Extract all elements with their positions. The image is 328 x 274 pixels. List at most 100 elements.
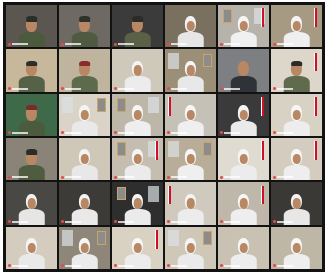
bahrain-flag (168, 185, 172, 205)
participant-name-tag (273, 131, 293, 135)
mic-muted-icon (61, 175, 64, 179)
participant-tile[interactable] (218, 182, 269, 225)
participant-tile[interactable] (165, 5, 216, 48)
mic-muted-icon (61, 131, 64, 135)
mic-muted-icon (273, 87, 276, 91)
participant-tile[interactable] (59, 49, 110, 92)
participant-tile[interactable] (59, 226, 110, 269)
participant-tile[interactable] (218, 93, 269, 136)
military-cap (25, 16, 38, 22)
participant-name-tag (61, 131, 81, 135)
participant-name-tag (220, 42, 240, 46)
name-label-placeholder (12, 220, 28, 223)
participant-tile[interactable] (271, 137, 322, 181)
participant-tile[interactable] (218, 137, 269, 181)
mic-muted-icon (167, 42, 170, 46)
wall-portrait (96, 230, 106, 245)
participant-tile[interactable] (6, 182, 57, 225)
mic-muted-icon (167, 220, 170, 224)
participant-tile[interactable] (59, 137, 110, 181)
bahrain-flag (154, 141, 158, 160)
participant-name-tag (8, 175, 28, 179)
participant-tile[interactable] (271, 93, 322, 136)
mic-muted-icon (273, 264, 276, 268)
participant-tile[interactable] (218, 49, 269, 92)
participant-tile[interactable] (112, 182, 163, 225)
mic-muted-icon (220, 87, 223, 91)
participant-name-tag (167, 42, 187, 46)
mic-muted-icon (114, 264, 117, 268)
participant-name-tag (8, 264, 28, 268)
participant-name-tag (220, 87, 240, 91)
participant-tile[interactable] (59, 93, 110, 136)
mic-muted-icon (8, 220, 11, 224)
participant-tile[interactable] (112, 137, 163, 181)
participant-tile[interactable] (112, 226, 163, 269)
participant-tile[interactable] (59, 182, 110, 225)
participant-tile[interactable] (165, 226, 216, 269)
mic-muted-icon (220, 42, 223, 46)
name-label-placeholder (277, 176, 293, 179)
mic-muted-icon (167, 87, 170, 91)
mic-muted-icon (220, 264, 223, 268)
participant-face (27, 153, 36, 165)
bahrain-flag (313, 141, 317, 160)
mic-muted-icon (8, 131, 11, 135)
name-label-placeholder (65, 220, 81, 223)
participant-tile[interactable] (165, 182, 216, 225)
mic-muted-icon (8, 42, 11, 46)
name-label-placeholder (171, 87, 187, 90)
name-label-placeholder (224, 176, 240, 179)
participant-tile[interactable] (6, 5, 57, 48)
participant-name-tag (167, 131, 187, 135)
military-cap (131, 16, 144, 22)
wall-portrait (202, 142, 212, 157)
name-label-placeholder (277, 131, 293, 134)
participant-tile[interactable] (6, 137, 57, 181)
bahrain-flag (313, 97, 317, 116)
participant-tile[interactable] (271, 49, 322, 92)
name-label-placeholder (224, 87, 240, 90)
participant-tile[interactable] (6, 226, 57, 269)
name-label-placeholder (65, 176, 81, 179)
participant-face (186, 109, 195, 121)
military-cap (290, 60, 303, 66)
participant-tile[interactable] (218, 226, 269, 269)
name-label-placeholder (65, 43, 81, 46)
mic-muted-icon (273, 220, 276, 224)
military-cap (25, 60, 38, 66)
participant-name-tag (114, 220, 134, 224)
military-cap (25, 104, 38, 111)
participant-tile[interactable] (165, 93, 216, 136)
participant-name-tag (167, 175, 187, 179)
participant-tile[interactable] (6, 49, 57, 92)
participant-tile[interactable] (165, 49, 216, 92)
participant-face (27, 20, 36, 32)
name-label-placeholder (277, 264, 293, 267)
participant-face (292, 242, 301, 254)
participant-name-tag (167, 220, 187, 224)
wall-portrait (202, 53, 212, 68)
mic-muted-icon (61, 220, 64, 224)
participant-face (239, 198, 248, 209)
participant-face (80, 65, 89, 76)
mic-muted-icon (220, 220, 223, 224)
participant-tile[interactable] (6, 93, 57, 136)
participant-tile[interactable] (271, 5, 322, 48)
mic-muted-icon (61, 87, 64, 91)
participant-tile[interactable] (112, 49, 163, 92)
name-label-placeholder (65, 87, 81, 90)
participant-tile[interactable] (112, 93, 163, 136)
wall-portrait (96, 97, 106, 112)
mic-muted-icon (167, 264, 170, 268)
participant-tile[interactable] (218, 5, 269, 48)
participant-face (80, 198, 89, 209)
participant-tile[interactable] (271, 226, 322, 269)
participant-name-tag (61, 264, 81, 268)
participant-tile[interactable] (165, 137, 216, 181)
mic-muted-icon (8, 175, 11, 179)
participant-tile[interactable] (59, 5, 110, 48)
military-cap (78, 16, 91, 22)
participant-tile[interactable] (271, 182, 322, 225)
participant-tile[interactable] (112, 5, 163, 48)
